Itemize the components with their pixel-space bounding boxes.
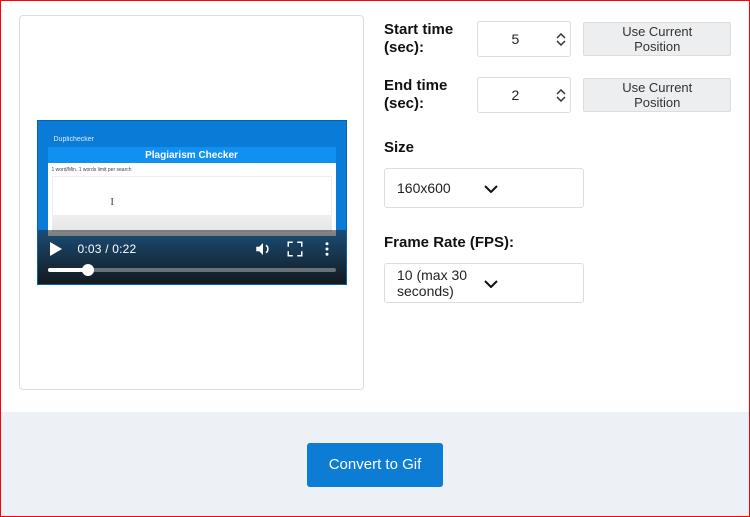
frame-rate-value: 10 (max 30 seconds) xyxy=(397,267,484,299)
video-time-display: 0:03 / 0:22 xyxy=(78,242,137,256)
frame-rate-label: Frame Rate (FPS): xyxy=(384,234,731,251)
video-preview-panel: Duplichecker Plagiarism Checker 1 word/M… xyxy=(19,15,364,390)
volume-icon[interactable] xyxy=(254,240,272,258)
action-bar: Convert to Gif xyxy=(1,412,749,516)
size-select[interactable]: 160x600 xyxy=(384,168,584,208)
start-time-value: 5 xyxy=(478,31,552,47)
end-time-value: 2 xyxy=(478,87,552,103)
size-value: 160x600 xyxy=(397,180,484,196)
start-time-input[interactable]: 5 xyxy=(477,21,571,57)
chevron-down-icon[interactable] xyxy=(556,40,566,46)
video-progress-bar[interactable] xyxy=(48,268,336,272)
chevron-up-icon[interactable] xyxy=(556,33,566,39)
frame-rate-select[interactable]: 10 (max 30 seconds) xyxy=(384,263,584,303)
use-current-start-button[interactable]: Use Current Position xyxy=(583,22,731,56)
play-icon[interactable] xyxy=(48,241,64,257)
video-controls-bar: 0:03 / 0:22 xyxy=(38,230,346,284)
text-cursor-icon: I xyxy=(111,197,114,208)
use-current-end-button[interactable]: Use Current Position xyxy=(583,78,731,112)
chevron-down-icon[interactable] xyxy=(556,96,566,102)
chevron-down-icon xyxy=(484,275,571,291)
fullscreen-icon[interactable] xyxy=(286,240,304,258)
settings-panel: Start time (sec): 5 Use Current Position… xyxy=(384,15,731,390)
more-icon[interactable] xyxy=(318,240,336,258)
end-time-input[interactable]: 2 xyxy=(477,77,571,113)
chevron-up-icon[interactable] xyxy=(556,89,566,95)
video-frame: Duplichecker Plagiarism Checker 1 word/M… xyxy=(48,131,336,236)
chevron-down-icon xyxy=(484,180,571,196)
video-content-header: Plagiarism Checker xyxy=(48,147,336,163)
size-label: Size xyxy=(384,139,731,156)
video-player[interactable]: Duplichecker Plagiarism Checker 1 word/M… xyxy=(37,120,347,285)
main-content: Duplichecker Plagiarism Checker 1 word/M… xyxy=(1,1,749,390)
video-content-textarea: I xyxy=(52,176,332,216)
convert-button[interactable]: Convert to Gif xyxy=(307,443,444,487)
progress-thumb[interactable] xyxy=(82,264,94,276)
video-content-logo: Duplichecker xyxy=(54,136,94,143)
end-time-label: End time (sec): xyxy=(384,77,465,113)
app-container: Duplichecker Plagiarism Checker 1 word/M… xyxy=(0,0,750,517)
start-time-label: Start time (sec): xyxy=(384,21,465,57)
video-content-subtext: 1 word/Min. 1 words limit per search xyxy=(52,167,332,173)
video-content-body: 1 word/Min. 1 words limit per search I xyxy=(48,163,336,236)
